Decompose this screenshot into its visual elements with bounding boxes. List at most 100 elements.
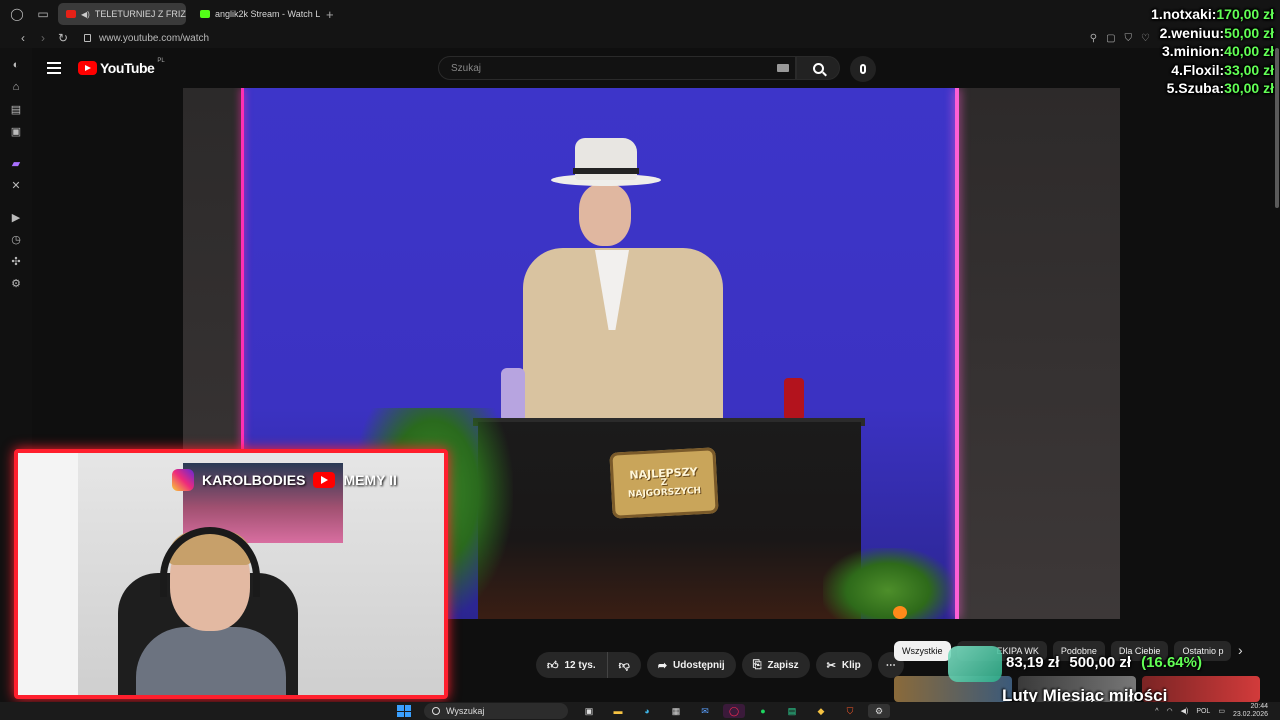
tab-kick[interactable]: anglik2k Stream - Watch L (192, 3, 320, 25)
notes-icon[interactable]: ▤ (5, 98, 27, 120)
task-view-icon[interactable]: ▣ (578, 704, 600, 718)
youtube-header: YouTube PL (32, 48, 1280, 88)
search-icon (812, 62, 824, 74)
donor-row: 1.notxaki:170,00 zł (1151, 6, 1274, 24)
neon-light-right (955, 88, 959, 619)
snapshot-icon[interactable]: ▢ (1106, 33, 1115, 44)
chips-next-arrow-icon[interactable]: › (1238, 642, 1243, 658)
lock-icon (84, 34, 91, 42)
microphone-icon (860, 64, 866, 74)
bookmark-icon: ⎘ (752, 658, 762, 671)
url-field[interactable]: www.youtube.com/watch (84, 33, 209, 44)
dislike-button[interactable]: 👎︎ (607, 652, 641, 678)
wifi-icon[interactable]: ◠ (1166, 707, 1172, 715)
mail-icon[interactable]: ✉ (694, 704, 716, 718)
streamer-hoodie (136, 627, 286, 695)
show-logo: NAJLEPSZY Z NAJGORSZYCH (609, 447, 719, 519)
display-icon[interactable]: ▭ (1218, 707, 1225, 715)
donor-row: 3.minion:40,00 zł (1162, 43, 1274, 61)
url-text: www.youtube.com/watch (99, 32, 210, 44)
chip-all[interactable]: Wszystkie (894, 641, 951, 661)
aria-icon[interactable]: ◐ (5, 54, 27, 76)
thumbs-down-icon: 👎︎ (618, 659, 630, 672)
instagram-icon (172, 469, 194, 491)
youtube-handle: MEMY II (343, 472, 397, 488)
keyboard-icon[interactable] (777, 64, 789, 72)
history-icon[interactable]: ◷ (5, 228, 27, 250)
tab-islands-icon[interactable]: ▭ (34, 5, 52, 23)
youtube-logo[interactable]: YouTube PL (78, 58, 165, 76)
bookmark-heart-icon[interactable]: ♡ (1141, 33, 1150, 44)
share-arrow-icon: ➦ (657, 659, 668, 672)
shield-icon[interactable]: ⛉ (1125, 33, 1133, 44)
clock[interactable]: 20:44 23.02.2026 (1233, 703, 1268, 719)
speaker-icon[interactable]: ◀) (81, 10, 90, 19)
youtube-favicon-icon (66, 10, 76, 18)
tab-label: TELETURNIEJ Z FRIZE (94, 9, 186, 19)
search-input[interactable] (439, 57, 795, 79)
opera-logo-icon[interactable]: ◯ (8, 5, 26, 23)
x-twitter-icon[interactable]: ✕ (5, 174, 27, 196)
streamer (136, 527, 286, 695)
settings-gear-icon[interactable]: ⚙ (5, 272, 27, 294)
clip-button[interactable]: ✂ Klip (815, 652, 872, 678)
share-button[interactable]: ➦ Udostępnij (646, 652, 736, 678)
tab-label: anglik2k Stream - Watch L (215, 9, 320, 19)
extensions-icon[interactable]: ✣ (5, 250, 27, 272)
like-button[interactable]: 👍︎ 12 tys. (536, 652, 608, 678)
donor-leaderboard: 1.notxaki:170,00 zł 2.weniuu:50,00 zł 3.… (1151, 6, 1274, 98)
tab-youtube[interactable]: ◀) TELETURNIEJ Z FRIZE (58, 3, 186, 25)
browser-tab-bar: ◯ ▭ ◀) TELETURNIEJ Z FRIZE anglik2k Stre… (0, 0, 1280, 28)
donor-row: 5.Szuba:30,00 zł (1167, 80, 1274, 98)
edge-icon[interactable]: ◕ (636, 704, 658, 718)
donor-row: 2.weniuu:50,00 zł (1160, 25, 1274, 43)
twitch-icon[interactable]: ▰ (5, 152, 27, 174)
windows-start-icon[interactable] (397, 705, 411, 717)
menu-hamburger-icon[interactable] (47, 62, 61, 74)
spotify-icon[interactable]: ● (752, 704, 774, 718)
scissors-icon: ✂ (826, 659, 836, 672)
system-tray: ^ ◠ ◀) POL ▭ 20:44 23.02.2026 (1155, 702, 1268, 720)
voice-search-button[interactable] (850, 56, 876, 82)
taskbar-apps: ▣ ▬ ◕ ▦ ✉ ◯ ● ▤ ◆ ⛉ ⚙ (578, 704, 890, 718)
reload-icon[interactable]: ↻ (54, 31, 72, 45)
donor-amount: 33,00 zł (1224, 61, 1274, 78)
new-tab-button[interactable]: + (326, 7, 334, 22)
opera-icon[interactable]: ◯ (723, 704, 745, 718)
search-button[interactable] (796, 56, 840, 80)
address-actions: ⚲ ▢ ⛉ ♡ (1090, 33, 1150, 44)
forward-arrow-icon[interactable]: › (34, 31, 52, 45)
save-button[interactable]: ⎘ Zapisz (741, 652, 810, 678)
hat-band (573, 168, 639, 174)
page-scrollbar[interactable] (1275, 48, 1279, 208)
messenger-icon[interactable]: ▣ (5, 120, 27, 142)
tray-chevron-icon[interactable]: ^ (1155, 708, 1158, 715)
file-explorer-icon[interactable]: ▬ (607, 704, 629, 718)
studio-wall-right (955, 88, 1120, 619)
kick-app-icon[interactable]: ◆ (810, 704, 832, 718)
donor-name: 2.weniuu: (1159, 24, 1225, 41)
taskbar-search[interactable]: Wyszukaj (424, 703, 568, 719)
terminal-icon[interactable]: ▤ (781, 704, 803, 718)
donor-name: 1.notxaki: (1151, 6, 1217, 22)
back-arrow-icon[interactable]: ‹ (14, 31, 32, 45)
plant-right (823, 548, 953, 619)
donor-name: 4.Floxil: (1171, 61, 1225, 78)
volume-icon[interactable]: ◀) (1181, 707, 1189, 715)
steam-icon[interactable]: ⚙ (868, 704, 890, 718)
search-box (438, 56, 796, 80)
goal-current: 83,19 zł (1006, 654, 1060, 671)
pin-icon[interactable]: ⚲ (1090, 33, 1097, 44)
language-indicator[interactable]: POL (1196, 708, 1210, 715)
store-icon[interactable]: ▦ (665, 704, 687, 718)
games-icon[interactable]: ⌂ (5, 76, 27, 98)
search-icon (432, 707, 440, 715)
like-count: 12 tys. (564, 659, 596, 671)
webcam-overlay: KAROLBODIES MEMY II (14, 449, 448, 699)
player-icon[interactable]: ▶ (5, 206, 27, 228)
social-handles: KAROLBODIES MEMY II (172, 469, 397, 491)
donor-row: 4.Floxil:33,00 zł (1171, 62, 1274, 80)
shield-app-icon[interactable]: ⛉ (839, 704, 861, 718)
clock-time: 20:44 (1250, 703, 1268, 710)
kick-favicon-icon (200, 10, 210, 18)
